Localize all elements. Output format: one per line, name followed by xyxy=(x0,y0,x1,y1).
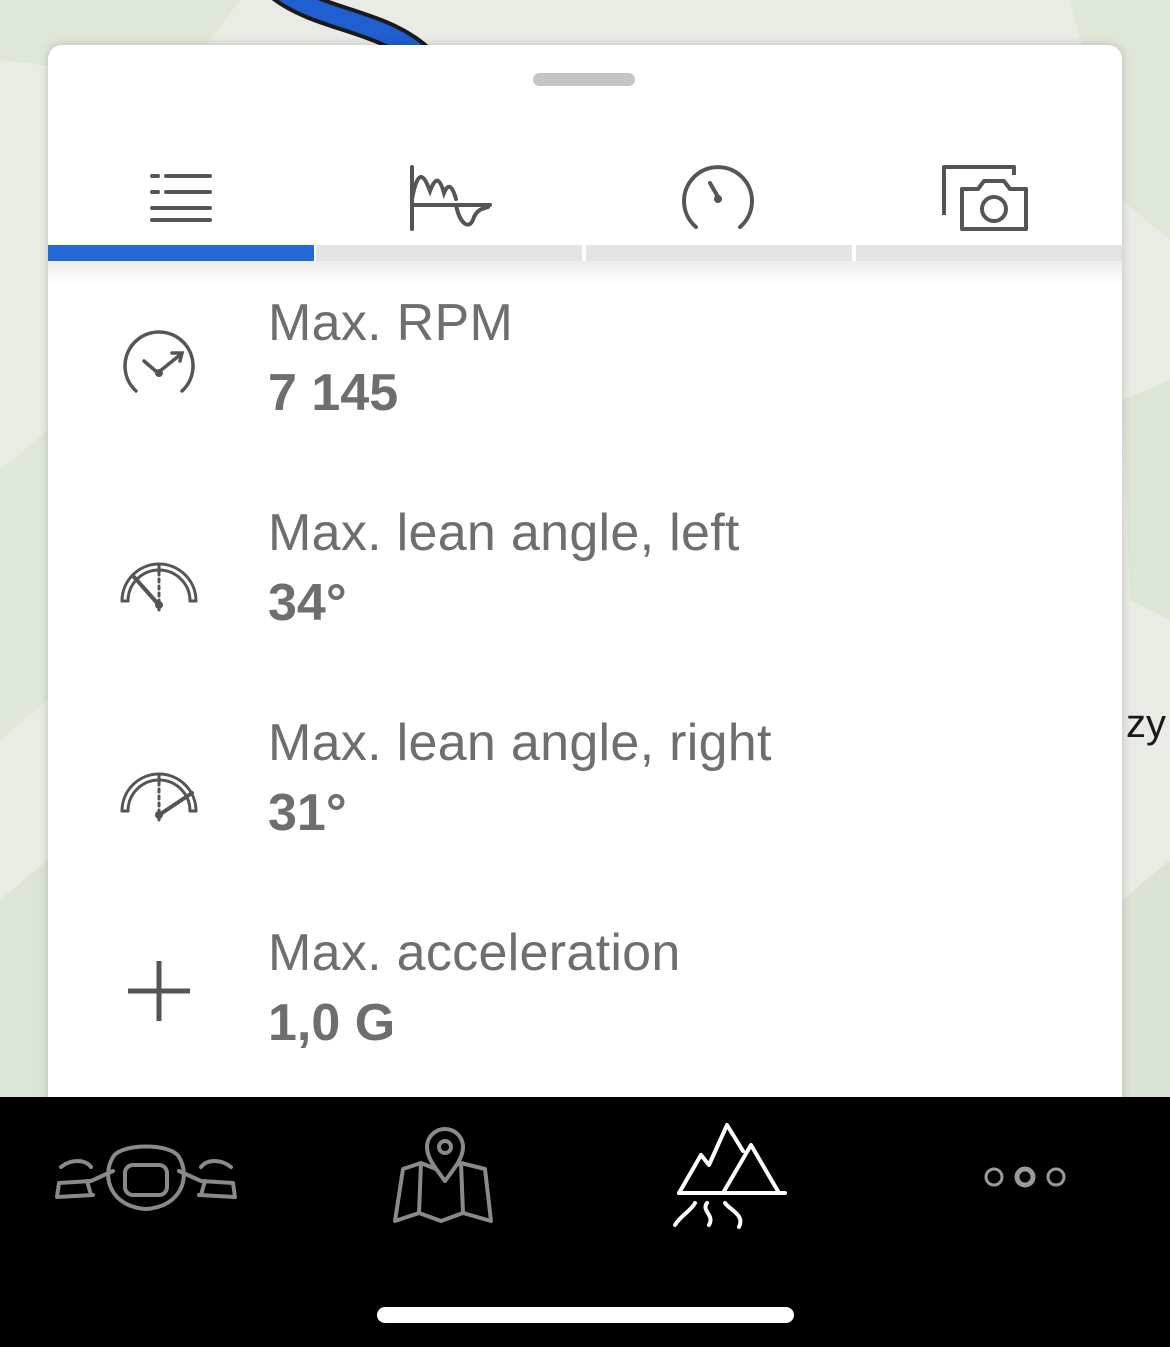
stat-value: 1,0 G xyxy=(268,994,396,1052)
more-dots-icon xyxy=(984,1166,1066,1188)
tab-graph[interactable] xyxy=(316,135,584,261)
nav-connected-ride[interactable] xyxy=(50,1117,242,1237)
tab-indicator-active xyxy=(48,245,314,261)
mountain-road-icon xyxy=(673,1123,787,1229)
map-pin-icon xyxy=(393,1127,493,1223)
stat-label: Max. lean angle, right xyxy=(268,714,772,772)
home-indicator xyxy=(377,1307,794,1323)
stat-row-max-lean-left: Max. lean angle, left 34° xyxy=(48,495,1122,705)
nav-navigation[interactable] xyxy=(380,1117,500,1237)
stat-label: Max. RPM xyxy=(268,294,514,352)
stat-row-max-lean-right: Max. lean angle, right 31° xyxy=(48,705,1122,915)
stat-label: Max. acceleration xyxy=(268,924,681,982)
stat-value: 34° xyxy=(268,574,347,632)
list-icon xyxy=(150,174,212,222)
graph-icon xyxy=(410,165,492,231)
stat-row-max-rpm: Max. RPM 7 145 xyxy=(48,285,1122,495)
nav-more[interactable] xyxy=(970,1117,1080,1237)
stat-value: 7 145 xyxy=(268,364,399,422)
map-place-label: zy xyxy=(1126,702,1166,746)
tab-list[interactable] xyxy=(48,135,316,261)
stat-value: 31° xyxy=(268,784,347,842)
rpm-gauge-icon xyxy=(123,330,195,393)
tab-speedometer[interactable] xyxy=(584,135,852,261)
tab-shadow xyxy=(48,261,1122,285)
motorcycle-handlebar-icon xyxy=(55,1144,237,1211)
lean-right-gauge-icon xyxy=(120,772,198,825)
trip-stats-sheet: Max. RPM 7 145 Max. lean angle, left 34° xyxy=(48,45,1122,1125)
tab-indicator xyxy=(586,245,852,261)
stat-label: Max. lean angle, left xyxy=(268,504,740,562)
bottom-navigation xyxy=(0,1097,1170,1347)
stat-row-max-acceleration: Max. acceleration 1,0 G xyxy=(48,915,1122,1125)
tab-indicator xyxy=(316,245,582,261)
photo-camera-icon xyxy=(942,165,1028,231)
tab-photos[interactable] xyxy=(852,135,1120,261)
nav-my-rides[interactable] xyxy=(660,1117,800,1237)
lean-left-gauge-icon xyxy=(120,562,198,615)
tab-indicator xyxy=(856,245,1122,261)
acceleration-plus-icon xyxy=(128,961,190,1021)
tab-bar xyxy=(48,135,1122,261)
sheet-drag-handle[interactable] xyxy=(533,73,635,86)
speedometer-icon xyxy=(682,165,754,229)
